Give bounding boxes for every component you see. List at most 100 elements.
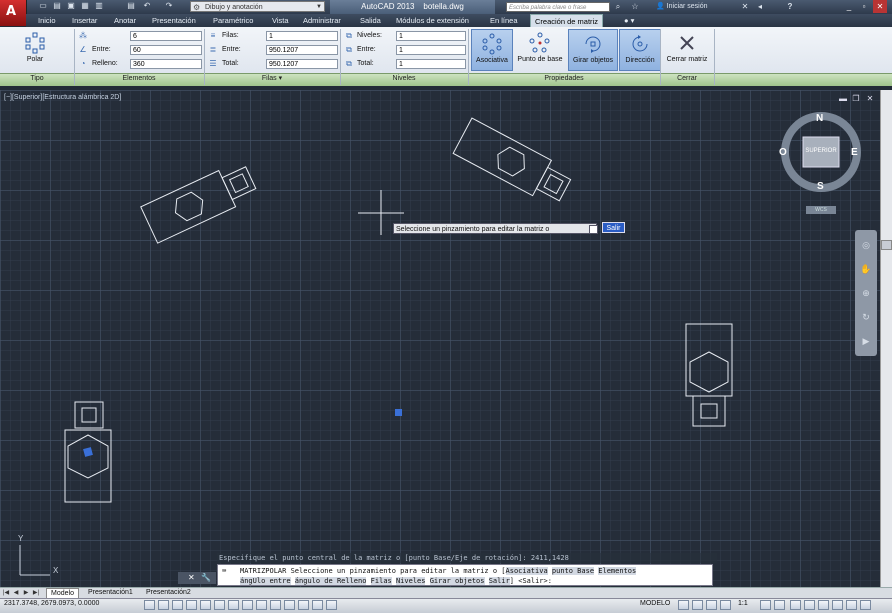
infer-constraints-icon[interactable]: [144, 600, 155, 610]
pan-icon[interactable]: ✋: [859, 262, 873, 276]
row-total-field[interactable]: 950.1207: [266, 59, 338, 69]
search-icon[interactable]: ⌕: [612, 1, 624, 13]
first-tab-icon[interactable]: |◀: [2, 588, 10, 598]
tab-en-linea[interactable]: En línea: [490, 14, 518, 27]
search-input[interactable]: Escriba palabra clave o frase: [506, 2, 610, 12]
base-point-button[interactable]: Punto de base: [514, 29, 566, 71]
object-snap-tracking-icon[interactable]: [242, 600, 253, 610]
option-angulo-entre[interactable]: ángUlo entre: [240, 577, 291, 585]
exit-option-chip[interactable]: Salir: [602, 222, 625, 233]
close-array-button[interactable]: Cerrar matriz: [662, 29, 712, 71]
minimize-button[interactable]: _: [842, 0, 856, 13]
panel-label-filas[interactable]: Filas ▾: [204, 73, 340, 85]
3d-object-snap-icon[interactable]: [228, 600, 239, 610]
tab-anotar[interactable]: Anotar: [114, 14, 136, 27]
viewcube-face-label[interactable]: SUPERIOR: [803, 148, 839, 154]
undo-icon[interactable]: ↶: [142, 1, 152, 11]
tab-insertar[interactable]: Insertar: [72, 14, 97, 27]
command-line[interactable]: ⌨ MATRIZPOLAR Seleccione un pinzamiento …: [217, 564, 713, 586]
dynamic-ucs-icon[interactable]: [256, 600, 267, 610]
close-button[interactable]: ✕: [873, 0, 887, 13]
grid-display-icon[interactable]: [172, 600, 183, 610]
star-icon[interactable]: ☆: [630, 2, 640, 12]
model-space-toggle[interactable]: MODELO: [640, 600, 670, 607]
center-grip-handle[interactable]: [395, 409, 402, 416]
ribbon-toggle-icon[interactable]: ● ▾: [624, 14, 634, 27]
login-button[interactable]: 👤 Iniciar sesión: [656, 0, 708, 14]
next-tab-icon[interactable]: ▶: [22, 588, 30, 598]
close-icon[interactable]: ✕: [188, 573, 195, 582]
polar-button[interactable]: Polar: [14, 29, 56, 71]
last-tab-icon[interactable]: ▶|: [32, 588, 40, 598]
open-icon[interactable]: ▤: [52, 1, 62, 11]
exchange-icon[interactable]: ✕: [740, 2, 750, 12]
tab-presentacion1[interactable]: Presentación1: [84, 588, 137, 598]
tab-salida[interactable]: Salida: [360, 14, 381, 27]
application-menu-button[interactable]: A: [0, 0, 27, 26]
row-between-field[interactable]: 950.1207: [266, 45, 338, 55]
tab-administrar[interactable]: Administrar: [303, 14, 341, 27]
zoom-status-icon[interactable]: [720, 600, 731, 610]
level-total-field[interactable]: 1: [396, 59, 466, 69]
viewcube-south[interactable]: S: [817, 181, 824, 192]
help-icon[interactable]: ?: [785, 2, 795, 12]
object-snap-icon[interactable]: [214, 600, 225, 610]
option-salir[interactable]: Salir: [488, 577, 510, 585]
scrollbar-thumb[interactable]: [881, 240, 892, 250]
fill-angle-field[interactable]: 360: [130, 59, 202, 69]
associative-button[interactable]: Asociativa: [471, 29, 513, 71]
tab-inicio[interactable]: Inicio: [38, 14, 56, 27]
status-menu-icon[interactable]: [846, 600, 857, 610]
lineweight-icon[interactable]: [284, 600, 295, 610]
grip-handle[interactable]: [83, 447, 93, 457]
signin-arrow-icon[interactable]: ◂: [755, 2, 765, 12]
items-count-field[interactable]: 6: [130, 31, 202, 41]
save-as-icon[interactable]: ▦: [80, 1, 90, 11]
tab-creacion-matriz[interactable]: Creación de matriz: [530, 14, 603, 28]
prev-tab-icon[interactable]: ◀: [12, 588, 20, 598]
selection-cycling-icon[interactable]: [326, 600, 337, 610]
orbit-icon[interactable]: ↻: [859, 310, 873, 324]
tab-modulos-extension[interactable]: Módulos de extensión: [396, 14, 469, 27]
quick-view-drawings-icon[interactable]: [692, 600, 703, 610]
transparency-icon[interactable]: [298, 600, 309, 610]
annotation-scale[interactable]: 1:1: [738, 600, 748, 607]
option-angulo-relleno[interactable]: ángulo de Relleno: [294, 577, 367, 585]
tab-presentacion2[interactable]: Presentación2: [142, 588, 195, 598]
option-niveles[interactable]: Niveles: [395, 577, 426, 585]
tab-vista[interactable]: Vista: [272, 14, 289, 27]
redo-icon[interactable]: ↷: [164, 1, 174, 11]
zoom-icon[interactable]: ⊕: [859, 286, 873, 300]
isolate-objects-icon[interactable]: [832, 600, 843, 610]
viewcube-west[interactable]: O: [779, 147, 787, 158]
pan-status-icon[interactable]: [706, 600, 717, 610]
wcs-menu[interactable]: WCS: [806, 206, 836, 214]
direction-button[interactable]: Dirección: [619, 29, 661, 71]
annotation-visibility-icon[interactable]: [760, 600, 771, 610]
steering-wheel-icon[interactable]: ◎: [859, 238, 873, 252]
option-girar-objetos[interactable]: Girar objetos: [429, 577, 485, 585]
options-arrow-icon[interactable]: [589, 225, 598, 234]
tab-presentacion[interactable]: Presentación: [152, 14, 196, 27]
save-icon[interactable]: ▣: [66, 1, 76, 11]
rotate-items-button[interactable]: Girar objetos: [568, 29, 618, 71]
clean-screen-icon[interactable]: [860, 600, 871, 610]
quick-properties-icon[interactable]: [312, 600, 323, 610]
coordinates-readout[interactable]: 2317.3748, 2679.0973, 0.0000: [4, 600, 99, 607]
levels-field[interactable]: 1: [396, 31, 466, 41]
new-icon[interactable]: ▭: [38, 1, 48, 11]
quick-view-layouts-icon[interactable]: [678, 600, 689, 610]
dynamic-input-icon[interactable]: [270, 600, 281, 610]
rows-field[interactable]: 1: [266, 31, 338, 41]
viewcube-east[interactable]: E: [851, 147, 858, 158]
auto-scale-icon[interactable]: [774, 600, 785, 610]
lock-icon[interactable]: [804, 600, 815, 610]
showmotion-icon[interactable]: ▶: [859, 334, 873, 348]
print-icon[interactable]: ▤: [126, 1, 136, 11]
polar-tracking-icon[interactable]: [200, 600, 211, 610]
option-elementos[interactable]: Elementos: [598, 567, 637, 575]
option-asociativa[interactable]: Asociativa: [505, 567, 548, 575]
snap-mode-icon[interactable]: [158, 600, 169, 610]
vertical-scrollbar[interactable]: [880, 90, 892, 587]
workspace-select[interactable]: ⚙ Dibujo y anotación ▼: [190, 1, 325, 12]
